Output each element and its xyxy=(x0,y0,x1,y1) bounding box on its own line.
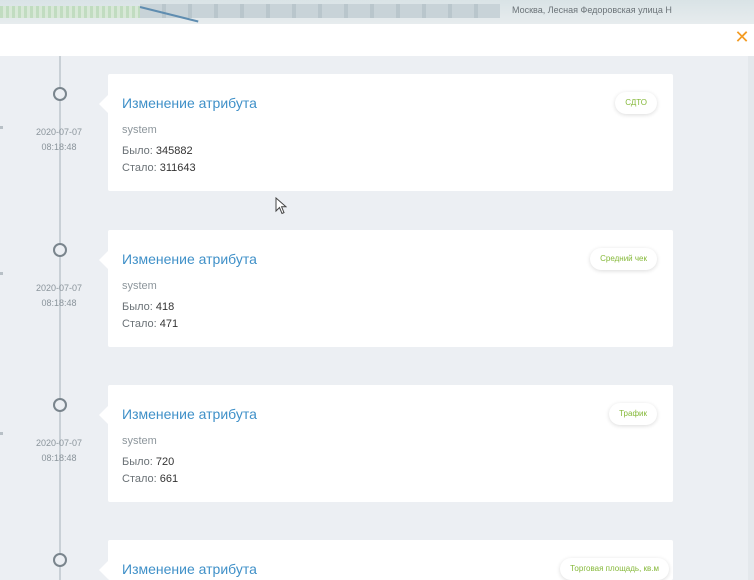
event-timestamp: 2020-07-07 08:18:48 xyxy=(20,281,98,311)
event-title-link[interactable]: Изменение атрибута xyxy=(122,406,257,422)
mouse-cursor-icon xyxy=(275,197,287,215)
old-value-line: Было: 720 xyxy=(122,456,174,468)
timeline-event: Изменение атрибута Торговая площадь, кв.… xyxy=(0,540,754,580)
old-value: 720 xyxy=(155,456,175,468)
new-value: 311643 xyxy=(159,162,196,174)
card-pointer xyxy=(99,561,108,579)
event-time: 08:18:48 xyxy=(41,142,77,152)
old-value-line: Было: 345882 xyxy=(122,145,193,157)
old-value-line: Было: 418 xyxy=(122,301,174,313)
timeline-event: 2020-07-07 08:18:48 Изменение атрибута s… xyxy=(0,230,754,350)
old-value-label: Было: xyxy=(122,301,153,313)
history-timeline[interactable]: 2020-07-07 08:18:48 Изменение атрибута s… xyxy=(0,56,754,580)
event-card: Изменение атрибута Торговая площадь, кв.… xyxy=(99,540,673,580)
timeline-node-icon xyxy=(53,87,67,101)
event-date: 2020-07-07 xyxy=(35,283,83,293)
old-value: 345882 xyxy=(155,145,193,157)
old-value: 418 xyxy=(155,301,175,313)
timeline-node-icon xyxy=(53,243,67,257)
event-user: system xyxy=(122,280,157,292)
timeline-event: 2020-07-07 08:18:48 Изменение атрибута s… xyxy=(0,74,754,194)
event-title-link[interactable]: Изменение атрибута xyxy=(122,95,257,111)
timeline-event: 2020-07-07 08:18:48 Изменение атрибута s… xyxy=(0,385,754,505)
attribute-badge: Средний чек xyxy=(590,248,657,270)
background-map: Москва, Лесная Федоровская улица Н xyxy=(0,0,754,24)
new-value-line: Стало: 471 xyxy=(122,318,178,330)
event-time: 08:18:48 xyxy=(41,453,77,463)
event-card: Изменение атрибута system Было: 345882 С… xyxy=(99,74,673,191)
event-user: system xyxy=(122,435,157,447)
new-value-label: Стало: xyxy=(122,318,157,330)
event-title-link[interactable]: Изменение атрибута xyxy=(122,251,257,267)
event-card: Изменение атрибута system Было: 720 Стал… xyxy=(99,385,673,502)
attribute-badge: Торговая площадь, кв.м xyxy=(560,558,669,580)
map-address-label: Москва, Лесная Федоровская улица Н xyxy=(512,5,672,15)
old-value-label: Было: xyxy=(122,456,153,468)
event-timestamp: 2020-07-07 08:18:48 xyxy=(20,125,98,155)
event-user: system xyxy=(122,124,157,136)
card-pointer xyxy=(99,406,108,424)
event-timestamp: 2020-07-07 08:18:48 xyxy=(20,436,98,466)
card-pointer xyxy=(99,251,108,269)
event-date: 2020-07-07 xyxy=(35,127,83,137)
event-date: 2020-07-07 xyxy=(35,438,83,448)
modal-header: ✕ xyxy=(0,24,754,56)
old-value-label: Было: xyxy=(122,145,153,157)
event-card: Изменение атрибута system Было: 418 Стал… xyxy=(99,230,673,347)
map-park-area xyxy=(0,6,140,18)
event-time: 08:18:48 xyxy=(41,298,77,308)
attribute-badge: СДТО xyxy=(615,92,657,114)
card-pointer xyxy=(99,95,108,113)
new-value-line: Стало: 661 xyxy=(122,473,178,485)
new-value: 471 xyxy=(159,318,179,330)
timeline-node-icon xyxy=(53,398,67,412)
new-value-line: Стало: 311643 xyxy=(122,162,196,174)
event-title-link[interactable]: Изменение атрибута xyxy=(122,561,257,577)
new-value: 661 xyxy=(159,473,179,485)
attribute-badge: Трафик xyxy=(609,403,657,425)
new-value-label: Стало: xyxy=(122,162,157,174)
new-value-label: Стало: xyxy=(122,473,157,485)
map-road xyxy=(140,4,500,18)
close-icon[interactable]: ✕ xyxy=(732,26,752,50)
timeline-node-icon xyxy=(53,553,67,567)
